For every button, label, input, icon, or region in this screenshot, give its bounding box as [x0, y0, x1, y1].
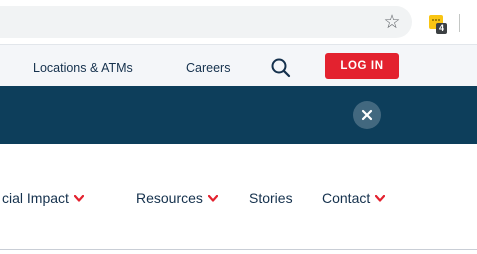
browser-toolbar: ☆ 4 [0, 0, 477, 44]
nav-item-label: Contact [322, 190, 371, 206]
alert-banner [0, 86, 477, 144]
close-banner-button[interactable] [353, 101, 381, 129]
login-button[interactable]: LOG IN [325, 53, 399, 79]
utility-navigation: Locations & ATMs Careers LOG IN [0, 44, 477, 87]
nav-item-resources[interactable]: Resources [136, 190, 218, 206]
nav-item-label: Resources [136, 190, 203, 206]
nav-item-stories[interactable]: Stories [249, 190, 293, 206]
page: ☆ 4 Locations & ATMs Careers LOG IN cial… [0, 0, 477, 254]
nav-item-label: Stories [249, 190, 293, 206]
chevron-down-icon [207, 194, 218, 202]
chevron-down-icon [375, 194, 386, 202]
address-bar[interactable] [0, 6, 412, 38]
toolbar-divider [459, 14, 460, 32]
nav-item-social-impact[interactable]: cial Impact [2, 190, 84, 206]
chevron-down-icon [73, 194, 84, 202]
nav-item-contact[interactable]: Contact [322, 190, 386, 206]
section-divider [0, 249, 477, 250]
search-icon[interactable] [270, 57, 292, 79]
utility-link-locations[interactable]: Locations & ATMs [33, 61, 133, 75]
utility-link-careers[interactable]: Careers [186, 61, 230, 75]
close-icon [361, 109, 373, 121]
extension-badge: 4 [436, 23, 447, 34]
bookmark-star-icon[interactable]: ☆ [382, 12, 402, 32]
main-navigation: cial Impact Resources Stories Contact [0, 178, 477, 218]
nav-item-label: cial Impact [2, 190, 69, 206]
